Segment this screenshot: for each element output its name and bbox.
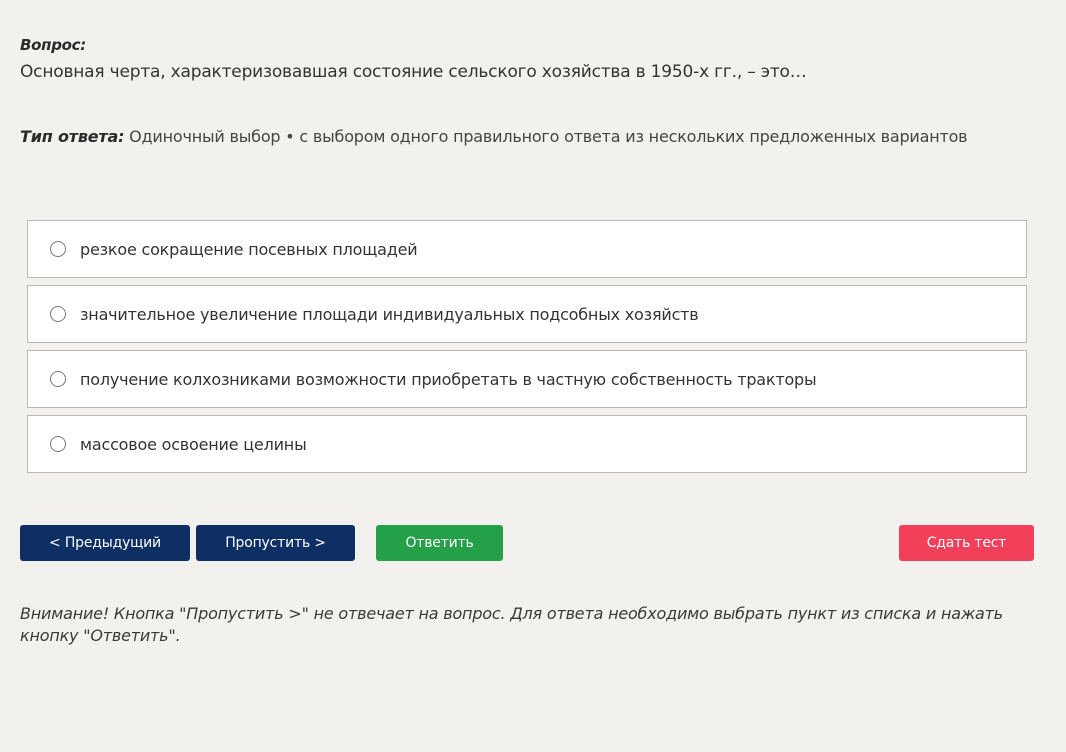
answer-type-value: Одиночный выбор • с выбором одного прави… <box>129 127 968 146</box>
submit-test-button[interactable]: Сдать тест <box>899 525 1034 561</box>
answer-option-label: значительное увеличение площади индивиду… <box>80 304 699 324</box>
answer-option-label: резкое сокращение посевных площадей <box>80 239 418 259</box>
radio-button-icon[interactable] <box>50 436 66 452</box>
question-label: Вопрос: <box>20 36 86 54</box>
answer-option[interactable]: получение колхозниками возможности приоб… <box>27 350 1027 408</box>
answer-type-label: Тип ответа: <box>20 127 125 146</box>
answer-button[interactable]: Ответить <box>376 525 503 561</box>
notice-text: Внимание! Кнопка "Пропустить >" не отвеч… <box>20 604 1003 645</box>
previous-button[interactable]: < Предыдущий <box>20 525 190 561</box>
answer-option[interactable]: массовое освоение целины <box>27 415 1027 473</box>
skip-button[interactable]: Пропустить > <box>196 525 355 561</box>
radio-button-icon[interactable] <box>50 306 66 322</box>
answer-option-label: массовое освоение целины <box>80 434 307 454</box>
question-text: Основная черта, характеризовавшая состоя… <box>20 62 807 82</box>
radio-button-icon[interactable] <box>50 241 66 257</box>
answer-options: резкое сокращение посевных площадей знач… <box>27 220 1027 480</box>
radio-button-icon[interactable] <box>50 371 66 387</box>
answer-option[interactable]: резкое сокращение посевных площадей <box>27 220 1027 278</box>
answer-type: Тип ответа: Одиночный выбор • с выбором … <box>20 127 968 146</box>
answer-option[interactable]: значительное увеличение площади индивиду… <box>27 285 1027 343</box>
answer-option-label: получение колхозниками возможности приоб… <box>80 369 817 389</box>
